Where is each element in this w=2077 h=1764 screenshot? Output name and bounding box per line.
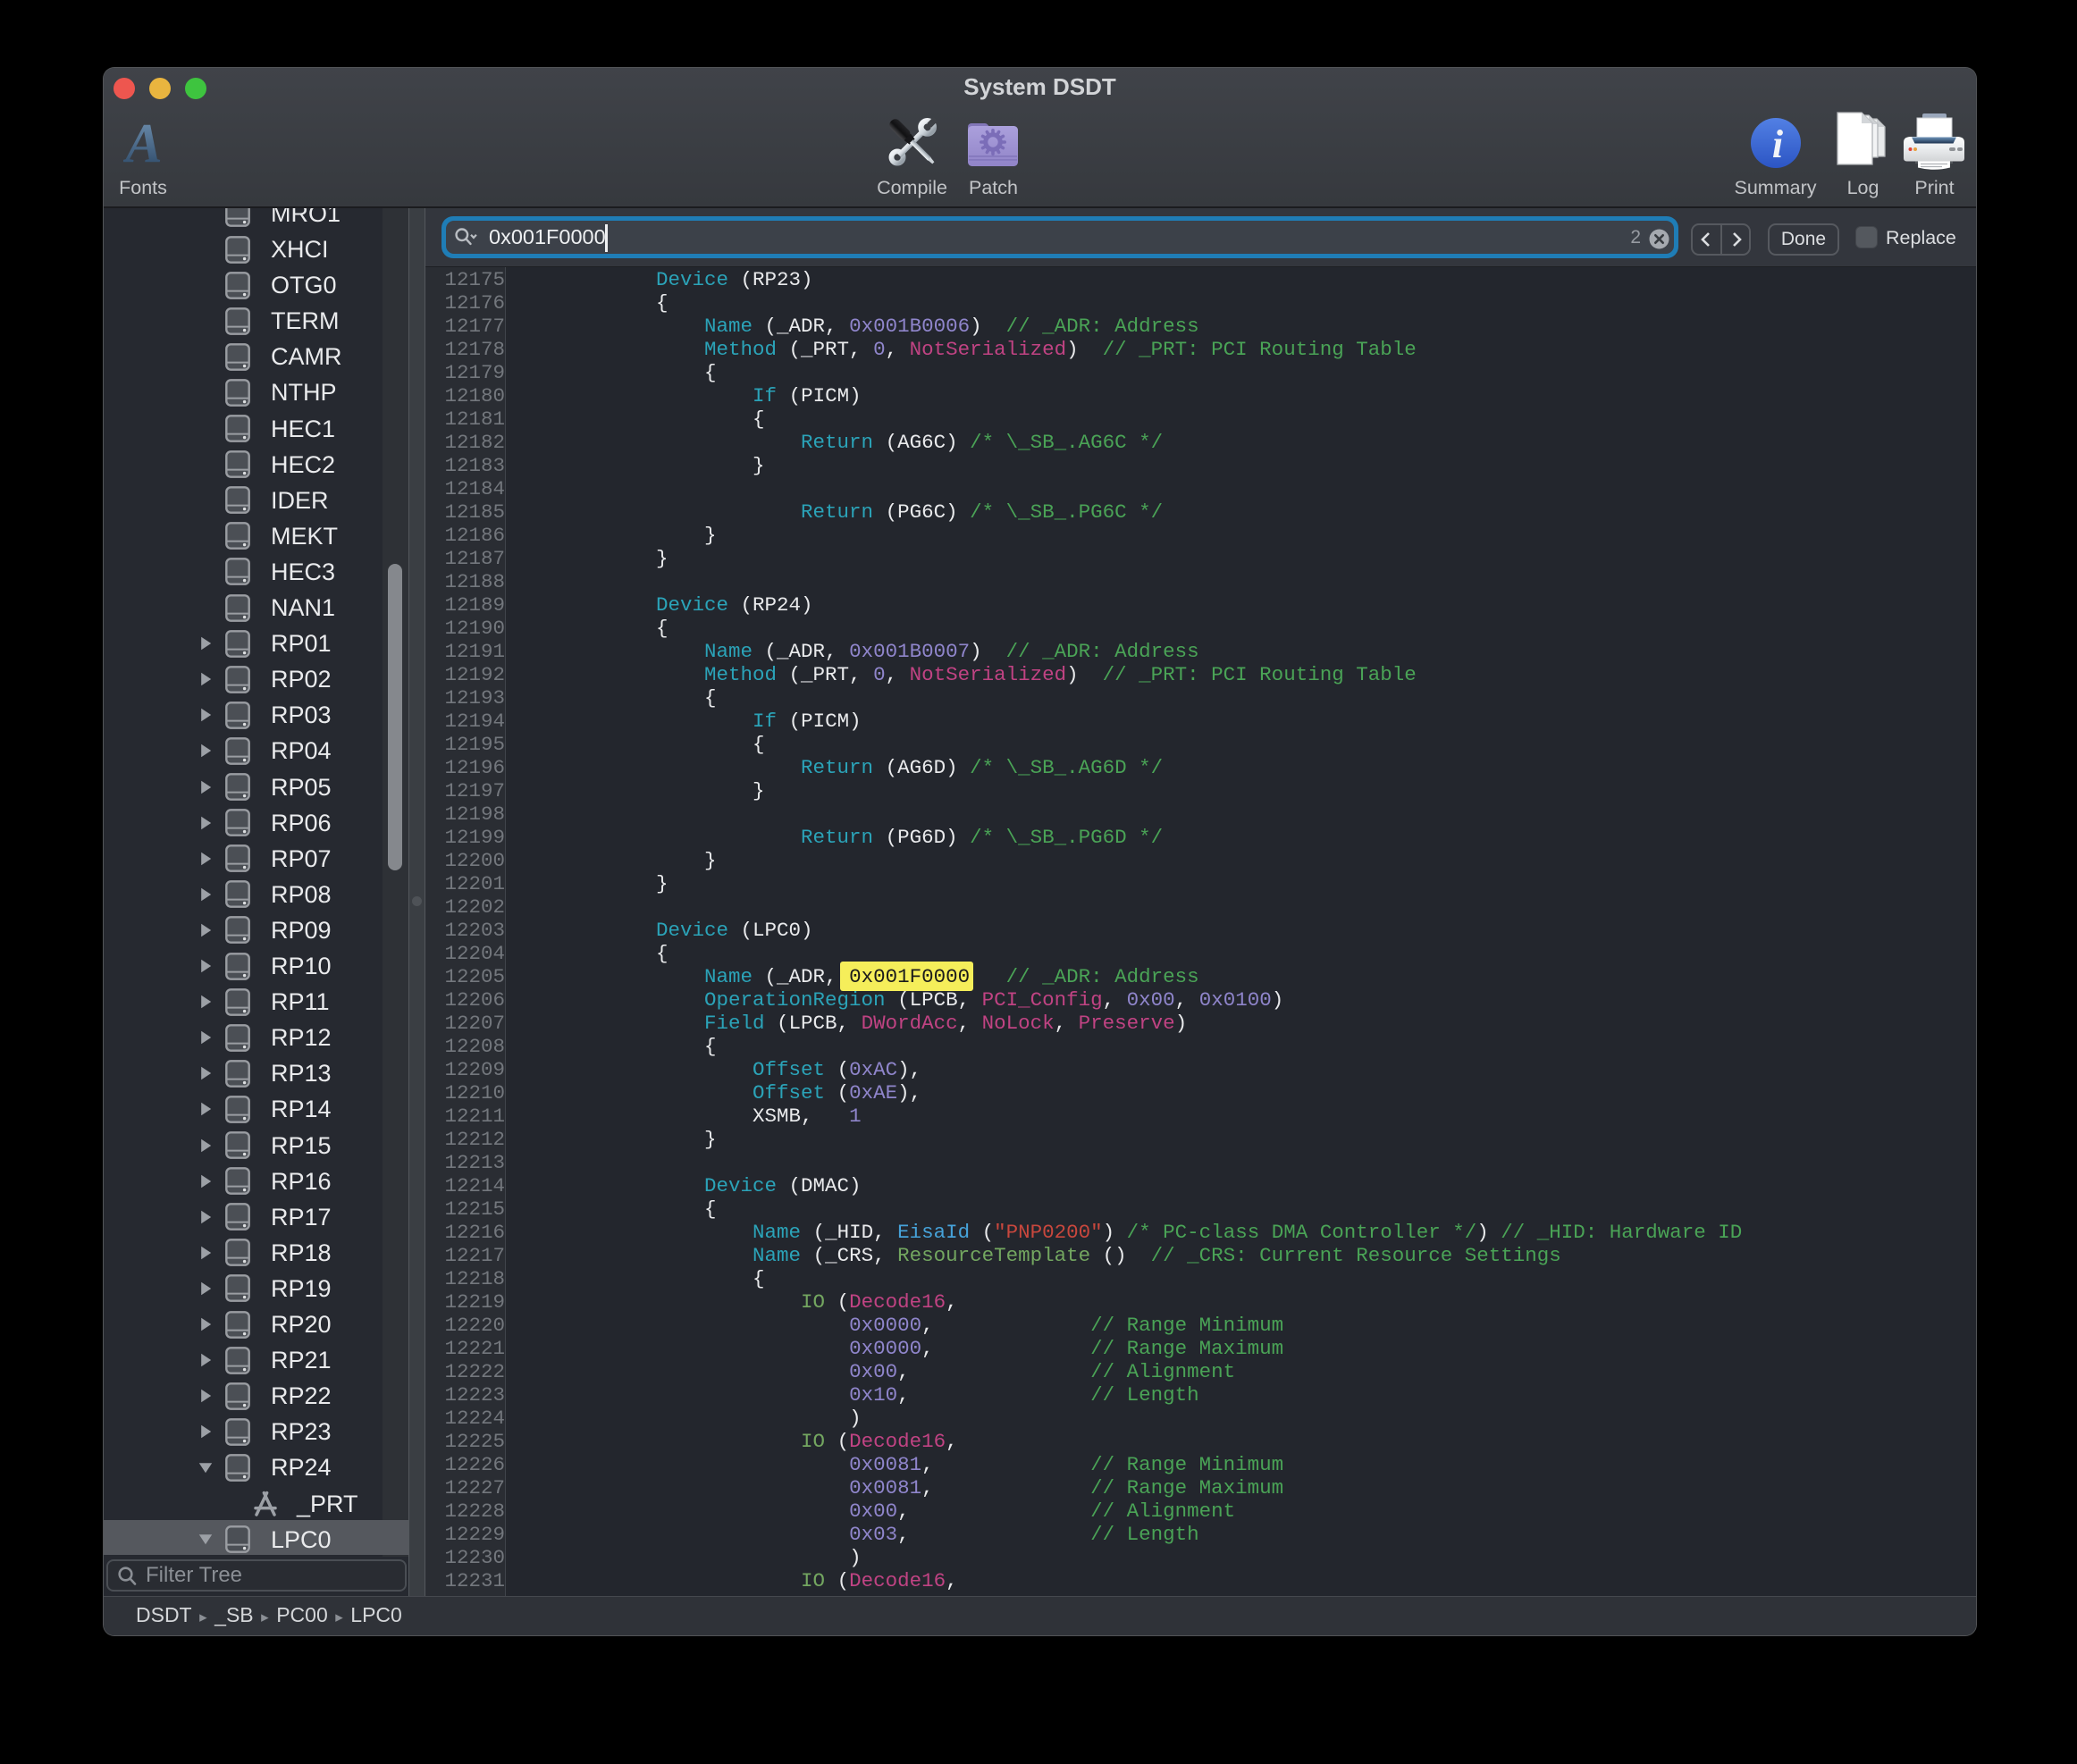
svg-text:i: i: [1772, 122, 1784, 166]
